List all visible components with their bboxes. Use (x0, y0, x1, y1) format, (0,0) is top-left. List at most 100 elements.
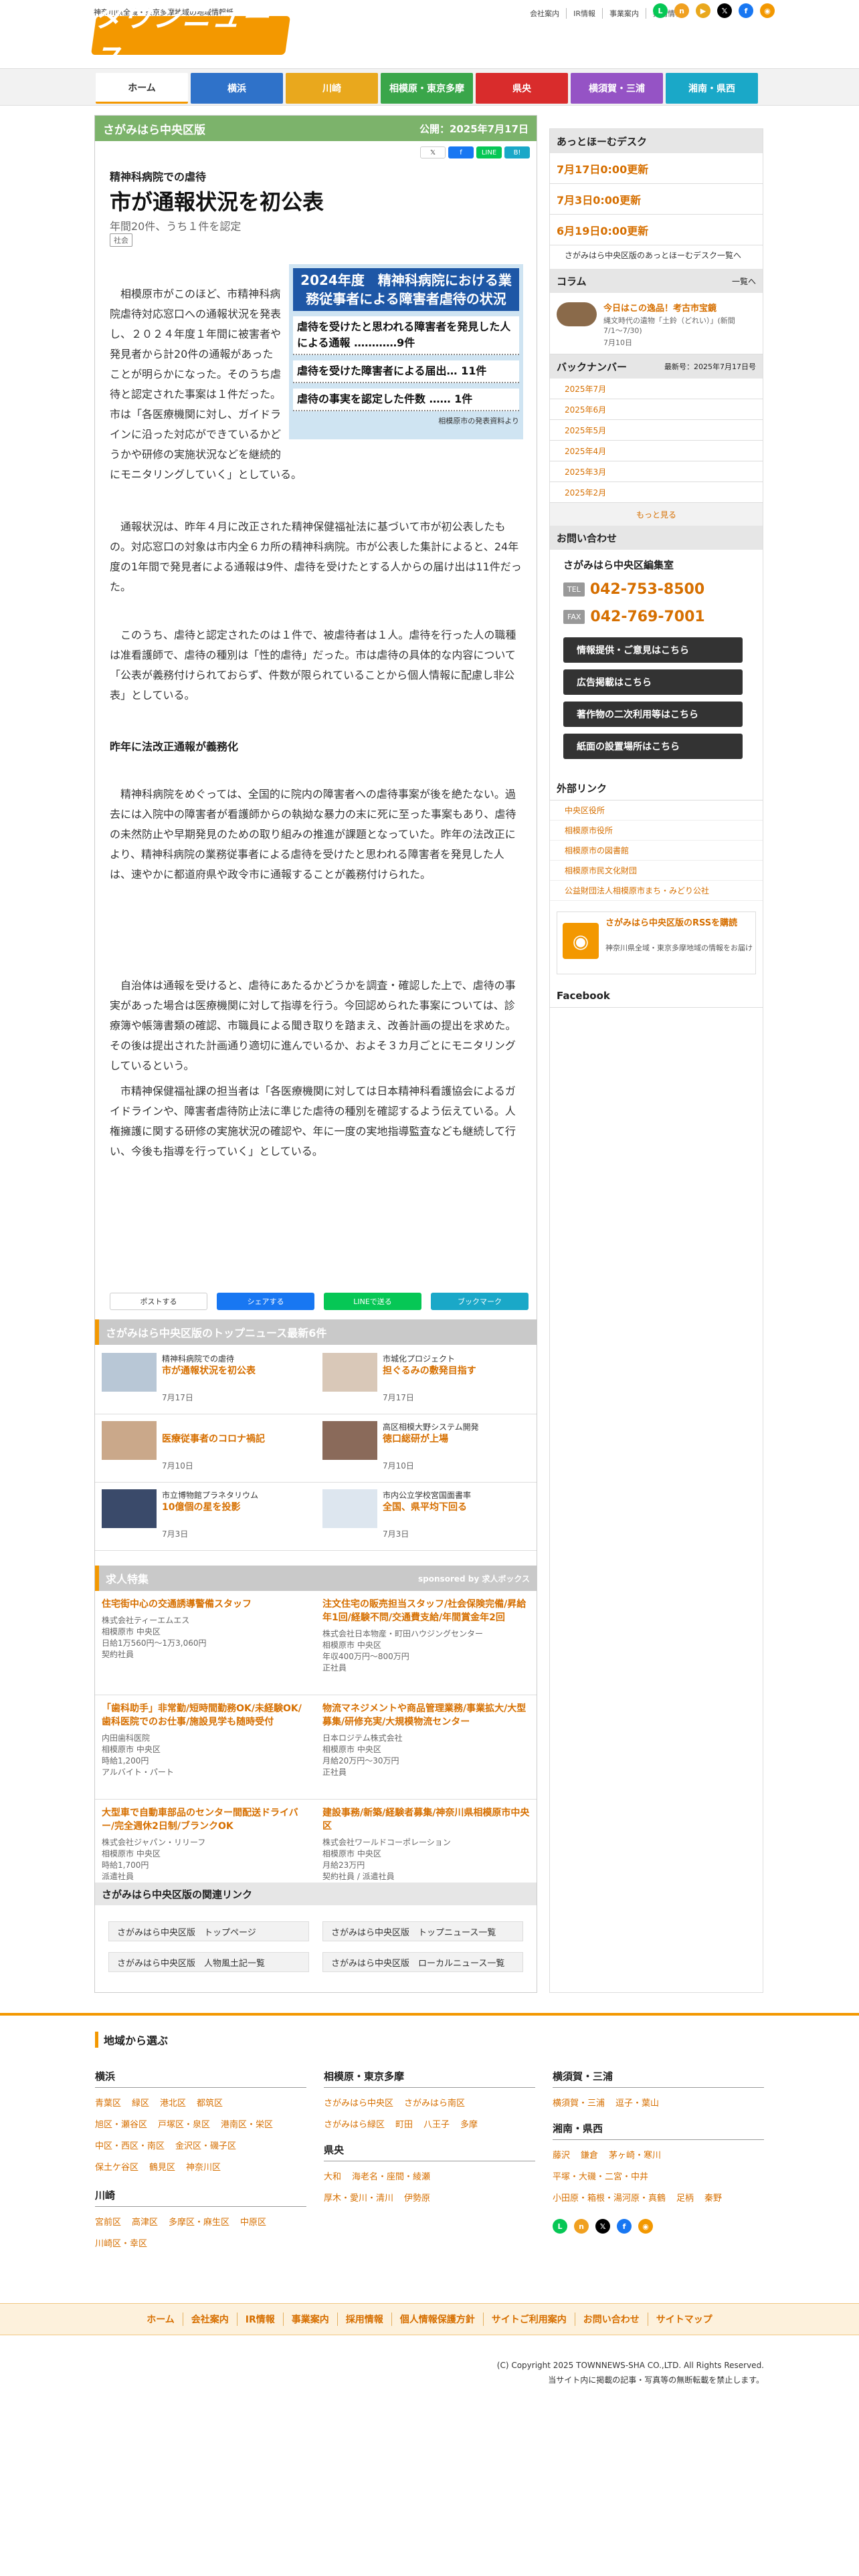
copyright-use-button[interactable]: 著作物の二次利用等はこちら (563, 702, 743, 727)
jobs-heading: 求人特集 sponsored by 求人ボックス (95, 1566, 537, 1591)
facebook-icon[interactable]: f (617, 2219, 632, 2234)
job-item[interactable]: 「歯科助手」非常勤/短時間勤務OK/未経験OK/歯科医院でのお仕事/施設見学も随… (95, 1695, 316, 1800)
article-paragraph-6: 市精神保健福祉課の担当者は「各医療機関に対しては日本精神科看護協会によるガイドラ… (110, 1085, 516, 1158)
hatena-share-icon[interactable]: B! (504, 146, 530, 158)
job-item[interactable]: 物流マネジメントや商品管理業務/事業拡大/大型募集/研修充実/大規模物流センター… (316, 1695, 537, 1800)
top-link-business[interactable]: 事業案内 (602, 8, 646, 19)
line-icon[interactable]: L (553, 2219, 567, 2234)
tel-icon: TEL (563, 582, 585, 597)
nav-tab-kenou[interactable]: 県央 (476, 73, 568, 104)
footer-social-icons: L n 𝕏 f ◉ (553, 2219, 764, 2234)
article-column: さがみはら中央区版 公開：2025年7月17日 𝕏 f LINE B! 精神科病… (94, 115, 537, 1993)
backnumber-item[interactable]: 2025年4月 (550, 441, 763, 461)
paper-location-button[interactable]: 紙面の設置場所はこちら (563, 734, 743, 759)
backnumber-item[interactable]: 2025年7月 (550, 379, 763, 399)
fax-icon: FAX (563, 610, 585, 624)
related-link-topnews[interactable]: さがみはら中央区版 トップニュース一覧 (322, 1921, 523, 1941)
footer-link-home[interactable]: ホーム (138, 2313, 183, 2326)
facebook-icon[interactable]: f (739, 3, 753, 18)
external-link[interactable]: 相模原市民文化財団 (550, 861, 763, 881)
related-link-people[interactable]: さがみはら中央区版 人物風土記一覧 (108, 1952, 309, 1972)
desk-more-link[interactable]: さがみはら中央区版のあっとほーむデスク一覧へ (550, 245, 763, 265)
line-share-icon[interactable]: LINE (476, 146, 502, 158)
x-icon[interactable]: 𝕏 (717, 3, 732, 18)
backnumber-item[interactable]: 2025年3月 (550, 461, 763, 482)
nav-tab-yokohama[interactable]: 横浜 (191, 73, 283, 104)
backnumber-more[interactable]: もっと見る (550, 503, 763, 526)
job-item[interactable]: 住宅街中心の交通誘導警備スタッフ 株式会社ティーエムエス 相模原市 中央区 日給1万5… (95, 1591, 316, 1695)
footer-link-sitemap[interactable]: サイトマップ (647, 2313, 721, 2326)
backnumber-item[interactable]: 2025年5月 (550, 420, 763, 441)
top-news-item[interactable]: 市城化プロジェクト 担ぐるみの敷発目指す 7月17日 (316, 1346, 537, 1414)
info-submit-button[interactable]: 情報提供・ご意見はこちら (563, 637, 743, 663)
footer-link-contact[interactable]: お問い合わせ (574, 2313, 648, 2326)
backnumber-item[interactable]: 2025年2月 (550, 482, 763, 503)
external-link[interactable]: 公益財団法人相模原市まち・みどり公社 (550, 881, 763, 901)
footer-region-yokosuka-shonan: 横須賀・三浦 横須賀・三浦 逗子・葉山 湘南・県西 藤沢 鎌倉 茅ヶ崎・寒川 平塚・大… (553, 2069, 764, 2234)
column-item[interactable]: 今日はこの逸品！考古市宝鏡 縄文時代の遺物「土鈴（どれい）」(新間 7/1〜7/… (550, 293, 763, 354)
footer-link-business[interactable]: 事業案内 (282, 2313, 337, 2326)
top-news-item[interactable]: 高区相模大野システム開発 徳口総研が上場 7月10日 (316, 1414, 537, 1483)
line-icon[interactable]: L (653, 3, 668, 18)
column-more-link[interactable]: 一覧へ (732, 276, 756, 287)
category-tag[interactable]: 社会 (110, 233, 132, 247)
rss-icon[interactable]: ◉ (638, 2219, 653, 2234)
top-news-heading: さがみはら中央区版のトップニュース最新6件 (95, 1319, 537, 1345)
contact-fax: FAX 042-769-7001 (550, 603, 763, 631)
top-link-company[interactable]: 会社案内 (523, 8, 566, 19)
top-news-item[interactable]: 市内公立学校宮国面書率 全国、県平均下回る 7月3日 (316, 1483, 537, 1551)
footer-link-ir[interactable]: IR情報 (236, 2313, 283, 2326)
youtube-icon[interactable]: ▶ (696, 3, 710, 18)
top-link-ir[interactable]: IR情報 (566, 8, 602, 19)
tel-number[interactable]: 042-753-8500 (590, 581, 704, 598)
article-paragraph-1: 相模原市がこのほど、市精神科病院虐待対応窓口への通報状況を発表し、２０２４年度１… (110, 288, 302, 481)
x-icon[interactable]: 𝕏 (595, 2219, 610, 2234)
footer-link-company[interactable]: 会社案内 (182, 2313, 237, 2326)
rss-icon[interactable]: ◉ (760, 3, 775, 18)
ad-placement-button[interactable]: 広告掲載はこちら (563, 669, 743, 695)
line-send-button[interactable]: LINEで送る (324, 1293, 421, 1310)
article-paragraph-2: 通報状況は、昨年４月に改正された精神保健福祉法に基づいて市が初公表したもの。対応… (110, 520, 522, 593)
nav-tab-home[interactable]: ホーム (96, 73, 188, 104)
top-news-item[interactable]: 医療従事者のコロナ禍記 7月10日 (95, 1414, 316, 1483)
nav-tab-shonan-kensei[interactable]: 湘南・県西 (666, 73, 758, 104)
bookmark-button[interactable]: ブックマーク (431, 1293, 529, 1310)
desk-item[interactable]: 6月19日0:00更新 (550, 215, 763, 245)
nav-tab-yokosuka-miura[interactable]: 横須賀・三浦 (571, 73, 663, 104)
article-subtitle: 年間20件、うち１件を認定 (110, 220, 242, 233)
note-icon[interactable]: n (674, 3, 689, 18)
backnumber-latest[interactable]: 最新号：2025年7月17日号 (664, 361, 756, 372)
facebook-share-icon[interactable]: f (448, 146, 474, 158)
footer-link-recruit[interactable]: 採用情報 (337, 2313, 391, 2326)
note-icon[interactable]: n (574, 2219, 589, 2234)
external-link[interactable]: 相模原市役所 (550, 821, 763, 841)
site-logo[interactable]: タウンニュース (90, 1, 291, 74)
backnumber-heading: バックナンバー 最新号：2025年7月17日号 (550, 354, 763, 379)
rss-box[interactable]: ◉ さがみはら中央区版のRSSを購読 神奈川県全域・東京多摩地域の情報をお届け (557, 911, 756, 974)
desk-item[interactable]: 7月17日0:00更新 (550, 153, 763, 184)
desk-item[interactable]: 7月3日0:00更新 (550, 184, 763, 215)
top-news-item[interactable]: 精神科病院での虐待 市が通報状況を初公表 7月17日 (95, 1346, 316, 1414)
footer-link-privacy[interactable]: 個人情報保護方針 (391, 2313, 483, 2326)
external-link[interactable]: 相模原市の図書館 (550, 841, 763, 861)
external-link[interactable]: 中央区役所 (550, 800, 763, 821)
site-footer: 地域から選ぶ 横浜 青葉区 緑区 港北区 都筑区 旭区・瀬谷区 戸塚区・泉区 港南区・栄区… (0, 2013, 859, 2576)
facebook-share-button[interactable]: シェアする (217, 1293, 314, 1310)
publish-date: 公開：2025年7月17日 (419, 122, 529, 135)
backnumber-item[interactable]: 2025年6月 (550, 399, 763, 420)
share-top: 𝕏 f LINE B! (420, 146, 530, 158)
x-post-button[interactable]: ポストする (110, 1293, 207, 1310)
jobs-sponsor[interactable]: sponsored by 求人ボックス (418, 1573, 530, 1584)
nav-tab-sagamihara-tama[interactable]: 相模原・東京多摩 (381, 73, 473, 104)
edition-name[interactable]: さがみはら中央区版 (103, 120, 205, 137)
footer-link-guide[interactable]: サイトご利用案内 (482, 2313, 575, 2326)
related-link-top[interactable]: さがみはら中央区版 トップページ (108, 1921, 309, 1941)
related-link-local[interactable]: さがみはら中央区版 ローカルニュース一覧 (322, 1952, 523, 1972)
x-share-icon[interactable]: 𝕏 (420, 146, 446, 158)
top-news-item[interactable]: 市立博物館プラネタリウム 10億個の星を投影 7月3日 (95, 1483, 316, 1551)
footer-region-yokohama: 横浜 青葉区 緑区 港北区 都筑区 旭区・瀬谷区 戸塚区・泉区 港南区・栄区 中区・西区・… (95, 2069, 306, 2255)
nav-tab-kawasaki[interactable]: 川崎 (286, 73, 378, 104)
sidebar: あっとほーむデスク 7月17日0:00更新 7月3日0:00更新 6月19日0:… (549, 128, 763, 1993)
job-item[interactable]: 注文住宅の販売担当スタッフ/社会保険完備/昇給年1回/経験不問/交通費支給/年間… (316, 1591, 537, 1695)
logo-text: タウンニュース (94, 1, 271, 74)
